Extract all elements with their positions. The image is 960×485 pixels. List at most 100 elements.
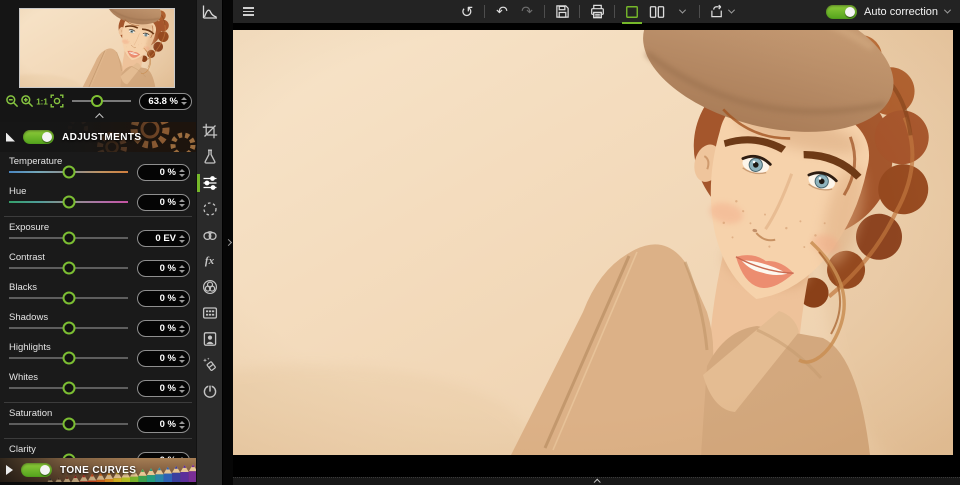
navigator-panel: 1:1 63.8 %	[0, 0, 196, 122]
slider-handle[interactable]	[62, 351, 75, 365]
toolbar-separator	[699, 5, 700, 18]
preview-thumbnail[interactable]	[19, 8, 175, 88]
tone-curves-toggle[interactable]	[21, 463, 52, 477]
undo-icon: ↶	[496, 3, 508, 20]
auto-correction-label: Auto correction	[864, 5, 938, 18]
editing-canvas[interactable]	[233, 23, 960, 485]
frames-tool[interactable]	[202, 305, 218, 321]
zoom-in-icon[interactable]	[20, 94, 34, 108]
spinner-icon[interactable]	[179, 198, 185, 207]
blacks-slider[interactable]	[9, 291, 128, 305]
highlights-value-box[interactable]: 0 %	[137, 350, 190, 367]
color-wheel-tool[interactable]	[202, 279, 218, 295]
auto-correction-toggle[interactable]	[826, 4, 858, 19]
zoom-out-icon[interactable]	[5, 94, 19, 108]
photo-image[interactable]	[233, 30, 953, 455]
portrait-tool[interactable]	[202, 331, 218, 347]
contrast-slider[interactable]	[9, 261, 128, 275]
chevron-down-icon[interactable]	[943, 6, 952, 14]
adjustments-tool[interactable]	[196, 174, 218, 192]
split-view-icon	[649, 5, 665, 18]
temperature-value-box[interactable]: 0 %	[137, 164, 190, 181]
saturation-slider[interactable]	[9, 417, 128, 431]
spinner-icon[interactable]	[179, 420, 185, 429]
zoom-slider[interactable]	[72, 95, 131, 107]
histogram-icon[interactable]	[201, 4, 219, 20]
shadows-slider[interactable]	[9, 321, 128, 335]
undo-button[interactable]: ↶	[494, 3, 510, 21]
slider-handle[interactable]	[62, 381, 75, 395]
adjustments-toggle[interactable]	[23, 130, 54, 144]
slider-row: Exposure 0 EV	[0, 221, 196, 251]
zoom-value-box[interactable]: 63.8 %	[139, 92, 192, 110]
spinner-icon[interactable]	[181, 97, 187, 105]
expand-triangle-icon[interactable]	[6, 465, 13, 475]
slider-handle[interactable]	[62, 291, 75, 305]
slider-row: Contrast 0 %	[0, 251, 196, 281]
tone-curves-title: TONE CURVES	[60, 464, 137, 476]
fx-tool[interactable]: fx	[202, 253, 218, 269]
zoom-slider-handle[interactable]	[90, 95, 103, 107]
collapse-triangle-icon[interactable]	[6, 132, 15, 142]
slider-handle[interactable]	[62, 261, 75, 275]
saturation-value-box[interactable]: 0 %	[137, 416, 190, 433]
toolbar-separator	[544, 5, 545, 18]
slider-row: Hue 0 %	[0, 185, 196, 215]
spinner-icon[interactable]	[179, 234, 185, 243]
power-tool[interactable]	[202, 383, 218, 399]
spinner-icon[interactable]	[179, 324, 185, 333]
slider-row: Saturation 0 %	[0, 407, 196, 437]
hue-slider[interactable]	[9, 195, 128, 209]
reset-button[interactable]: ↺	[459, 3, 475, 21]
single-view-button[interactable]	[622, 3, 642, 24]
temperature-slider[interactable]	[9, 165, 128, 179]
expand-panel-handle[interactable]	[224, 233, 233, 251]
collapse-navigator-button[interactable]	[0, 112, 196, 122]
whites-value-box[interactable]: 0 %	[137, 380, 190, 397]
highlights-slider[interactable]	[9, 351, 128, 365]
adjustments-title: ADJUSTMENTS	[62, 131, 142, 143]
filmstrip-expand-bar[interactable]	[233, 477, 960, 485]
toolbar-separator	[484, 5, 485, 18]
zoom-one-to-one-icon[interactable]: 1:1	[35, 94, 49, 108]
compare-tool[interactable]	[202, 227, 218, 243]
redo-button[interactable]: ↷	[519, 3, 535, 21]
share-button[interactable]	[709, 3, 736, 21]
adjustments-panel-body: Temperature 0 % Hue 0 % Exposure 0 EV Co…	[0, 152, 196, 458]
whites-slider[interactable]	[9, 381, 128, 395]
spinner-icon[interactable]	[179, 384, 185, 393]
save-icon	[555, 5, 569, 18]
hue-value-box[interactable]: 0 %	[137, 194, 190, 211]
chevron-up-icon	[593, 478, 601, 485]
slider-handle[interactable]	[62, 165, 75, 179]
toolbar-separator	[614, 5, 615, 18]
adjustments-panel-header[interactable]: ADJUSTMENTS	[0, 122, 196, 152]
left-panel: 1:1 63.8 % ADJUSTMENTS Temperature 0 % H…	[0, 0, 196, 485]
slider-handle[interactable]	[62, 321, 75, 335]
shadows-value-box[interactable]: 0 %	[137, 320, 190, 337]
exposure-slider[interactable]	[9, 231, 128, 245]
slider-row: Shadows 0 %	[0, 311, 196, 341]
split-view-button[interactable]	[649, 3, 665, 21]
tone-curves-panel-header[interactable]: TONE CURVES	[0, 458, 196, 485]
zoom-fit-icon[interactable]	[50, 94, 64, 108]
blacks-value-box[interactable]: 0 %	[137, 290, 190, 307]
exposure-value-box[interactable]: 0 EV	[137, 230, 190, 247]
zoom-value: 63.8 %	[148, 95, 178, 107]
slider-handle[interactable]	[62, 231, 75, 245]
split-view-options-button[interactable]	[674, 3, 690, 21]
spinner-icon[interactable]	[179, 168, 185, 177]
print-button[interactable]	[589, 3, 605, 21]
spinner-icon[interactable]	[179, 354, 185, 363]
slider-handle[interactable]	[62, 417, 75, 431]
flask-tool[interactable]	[202, 149, 218, 165]
crop-tool[interactable]	[202, 123, 218, 139]
spinner-icon[interactable]	[179, 264, 185, 273]
magic-eraser-tool[interactable]	[202, 357, 218, 373]
spinner-icon[interactable]	[179, 294, 185, 303]
slider-handle[interactable]	[62, 195, 75, 209]
selection-tool[interactable]	[202, 201, 218, 217]
fx-icon: fx	[204, 255, 215, 267]
contrast-value-box[interactable]: 0 %	[137, 260, 190, 277]
save-button[interactable]	[554, 3, 570, 21]
